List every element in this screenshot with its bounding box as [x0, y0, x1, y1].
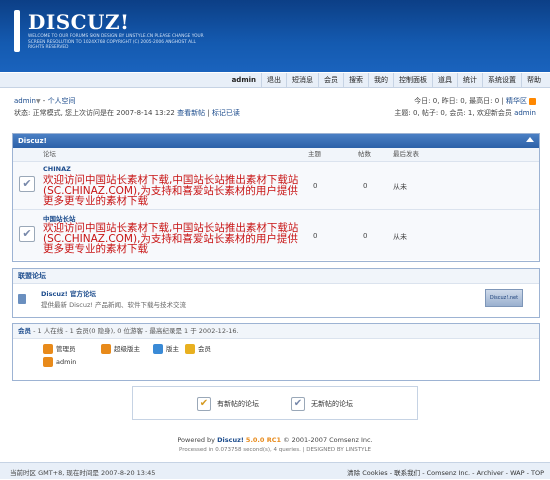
league-forum-desc: 提供最新 Discuz! 产品新闻、软件下载与技术交流: [41, 301, 187, 309]
nav-logout[interactable]: 退出: [261, 73, 286, 87]
member-icon: [185, 344, 195, 354]
bottom-bar: 当前时区 GMT+8, 现在时间是 2007-8-20 13:45 清除 Coo…: [0, 462, 550, 479]
document-icon: [18, 294, 26, 304]
category-title-link[interactable]: Discuz!: [18, 137, 47, 145]
forum-name[interactable]: CHINAZ: [43, 165, 71, 173]
online-summary: - 1 人在线 - 1 会员(0 隐身), 0 位游客 - 最高纪录是 1 于 …: [33, 327, 239, 335]
nav-messages[interactable]: 短消息: [286, 73, 318, 87]
nav-help[interactable]: 帮助: [521, 73, 546, 87]
admin-icon: [43, 344, 53, 354]
admin-icon: [43, 357, 53, 367]
nav-members[interactable]: 会员: [318, 73, 343, 87]
user-bar: admin▼ - 个人空间 状态: 正常模式, 您上次访问是在 2007-8-1…: [14, 96, 536, 124]
group-member-label: 会员: [198, 345, 211, 353]
no-new-posts-icon: ✔: [291, 397, 305, 411]
forum-row[interactable]: ✔ 中国站长站 欢迎访问中国站长素材下载,中国站长站推出素材下载站(SC.CHI…: [13, 210, 539, 260]
legend-new-label: 有新帖的论坛: [217, 400, 259, 408]
view-new-link[interactable]: 查看新帖: [177, 109, 205, 117]
personal-space-link[interactable]: 个人空间: [48, 97, 76, 105]
rss-icon[interactable]: [529, 97, 536, 105]
stats-today: 今日: 0, 昨日: 0, 最高日: 0: [414, 97, 500, 105]
forum-row[interactable]: ✔ CHINAZ 欢迎访问中国站长素材下载,中国站长站推出素材下载站(SC.CH…: [13, 162, 539, 210]
logo-subtitle: WELCOME TO OUR FORUMS SKIN DESIGN BY LIN…: [28, 34, 204, 50]
legend-none: ✔ 无新帖的论坛: [291, 397, 353, 411]
group-super-mod: 超级版主: [101, 343, 140, 354]
online-users: admin: [13, 354, 539, 370]
new-member-link[interactable]: admin: [514, 109, 536, 117]
forum-topics: 0: [313, 232, 318, 240]
logo-mark: [14, 10, 20, 52]
header-banner: DISCUZ! WELCOME TO OUR FORUMS SKIN DESIG…: [0, 0, 550, 72]
league-forum-item[interactable]: Discuz! 官方论坛 提供最新 Discuz! 产品新闻、软件下载与技术交流…: [13, 284, 539, 317]
online-title[interactable]: 会员: [18, 327, 31, 335]
nav-search[interactable]: 搜索: [343, 73, 368, 87]
user-line: admin▼ - 个人空间: [14, 97, 76, 105]
mark-read-link[interactable]: 标记已读: [212, 109, 240, 117]
forum-table-header: 论坛 主题 帖数 最后发表: [13, 148, 539, 162]
group-mod-label: 版主: [166, 345, 179, 353]
copyright: © 2001-2007 Comsenz Inc.: [283, 436, 373, 444]
category-box: Discuz! 论坛 主题 帖数 最后发表 ✔ CHINAZ 欢迎访问中国站长素…: [12, 133, 540, 262]
stats-topics: 主题: 0, 帖子: 0, 会员: 1, 欢迎新会员: [394, 109, 512, 117]
nav-my[interactable]: 我的: [368, 73, 393, 87]
top-navigation: admin 退出 短消息 会员 搜索 我的 控制面板 道具 统计 系统设置 帮助: [0, 73, 550, 88]
forum-last-post: 从未: [393, 233, 407, 241]
nav-tools[interactable]: 道具: [432, 73, 457, 87]
nav-stats[interactable]: 统计: [457, 73, 482, 87]
group-admin: 管理员: [43, 343, 76, 354]
user-groups: 管理员 超级版主 版主 会员: [13, 339, 539, 354]
footer-links[interactable]: 清除 Cookies - 联系我们 - Comsenz Inc. - Archi…: [347, 467, 544, 477]
legend-none-label: 无新帖的论坛: [311, 400, 353, 408]
discuz-badge[interactable]: Discuz!.net: [485, 289, 523, 307]
league-forum-name[interactable]: Discuz! 官方论坛: [41, 288, 96, 298]
online-header: 会员 - 1 人在线 - 1 会员(0 隐身), 0 位游客 - 最高纪录是 1…: [13, 324, 539, 339]
username-link[interactable]: admin: [14, 97, 36, 105]
forum-last-post: 从未: [393, 183, 407, 191]
group-super-mod-label: 超级版主: [114, 345, 140, 353]
legend-new: ✔ 有新帖的论坛: [197, 397, 259, 411]
col-posts: 帖数: [358, 150, 371, 158]
collapse-icon[interactable]: [526, 137, 534, 142]
col-forum: 论坛: [43, 150, 56, 158]
online-user-name[interactable]: admin: [56, 358, 76, 366]
category-title: Discuz!: [13, 134, 539, 148]
league-forums-box: 联盟论坛 Discuz! 官方论坛 提供最新 Discuz! 产品新闻、软件下载…: [12, 268, 540, 318]
forum-status-icon: ✔: [19, 226, 35, 242]
group-member: 会员: [185, 343, 211, 354]
logo[interactable]: DISCUZ!: [28, 10, 129, 34]
forum-description: 欢迎访问中国站长素材下载,中国站长站推出素材下载站(SC.CHINAZ.COM)…: [43, 222, 299, 255]
col-topics: 主题: [308, 150, 321, 158]
nav-user[interactable]: admin: [227, 73, 261, 87]
col-last-post: 最后发表: [393, 150, 419, 158]
nav-settings[interactable]: 系统设置: [482, 73, 521, 87]
forum-topics: 0: [313, 182, 318, 190]
status-text: 状态: 正常模式, 您上次访问是在 2007-8-14 13:22: [14, 109, 175, 117]
forum-status-icon: ✔: [19, 176, 35, 192]
stats-line-2: 主题: 0, 帖子: 0, 会员: 1, 欢迎新会员 admin: [394, 108, 536, 118]
group-admin-label: 管理员: [56, 345, 76, 353]
online-user[interactable]: admin: [43, 357, 76, 367]
chevron-down-icon[interactable]: ▼: [36, 98, 41, 105]
powered-by: Powered by: [177, 436, 216, 444]
new-posts-icon: ✔: [197, 397, 211, 411]
super-moderator-icon: [101, 344, 111, 354]
timezone-info: 当前时区 GMT+8, 现在时间是 2007-8-20 13:45: [10, 469, 156, 477]
product-link[interactable]: Discuz!: [217, 436, 244, 444]
status-line: 状态: 正常模式, 您上次访问是在 2007-8-14 13:22 查看新帖 |…: [14, 109, 240, 117]
forum-description: 欢迎访问中国站长素材下载,中国站长站推出素材下载站(SC.CHINAZ.COM)…: [43, 174, 299, 207]
online-box: 会员 - 1 人在线 - 1 会员(0 隐身), 0 位游客 - 最高纪录是 1…: [12, 323, 540, 381]
league-forums-title: 联盟论坛: [13, 269, 539, 284]
footer-powered: Powered by Discuz! 5.0.0 RC1 © 2001-2007…: [0, 436, 550, 444]
forum-posts: 0: [363, 182, 368, 190]
moderator-icon: [153, 344, 163, 354]
product-version: 5.0.0 RC1: [245, 436, 281, 444]
fine-zone-link[interactable]: 精华区: [506, 97, 527, 105]
group-mod: 版主: [153, 343, 179, 354]
forum-posts: 0: [363, 232, 368, 240]
forum-legend: ✔ 有新帖的论坛 ✔ 无新帖的论坛: [132, 386, 418, 420]
stats-line: 今日: 0, 昨日: 0, 最高日: 0 | 精华区: [414, 96, 536, 106]
nav-control-panel[interactable]: 控制面板: [393, 73, 432, 87]
footer-processed: Processed in 0.073758 second(s), 4 queri…: [178, 447, 372, 453]
